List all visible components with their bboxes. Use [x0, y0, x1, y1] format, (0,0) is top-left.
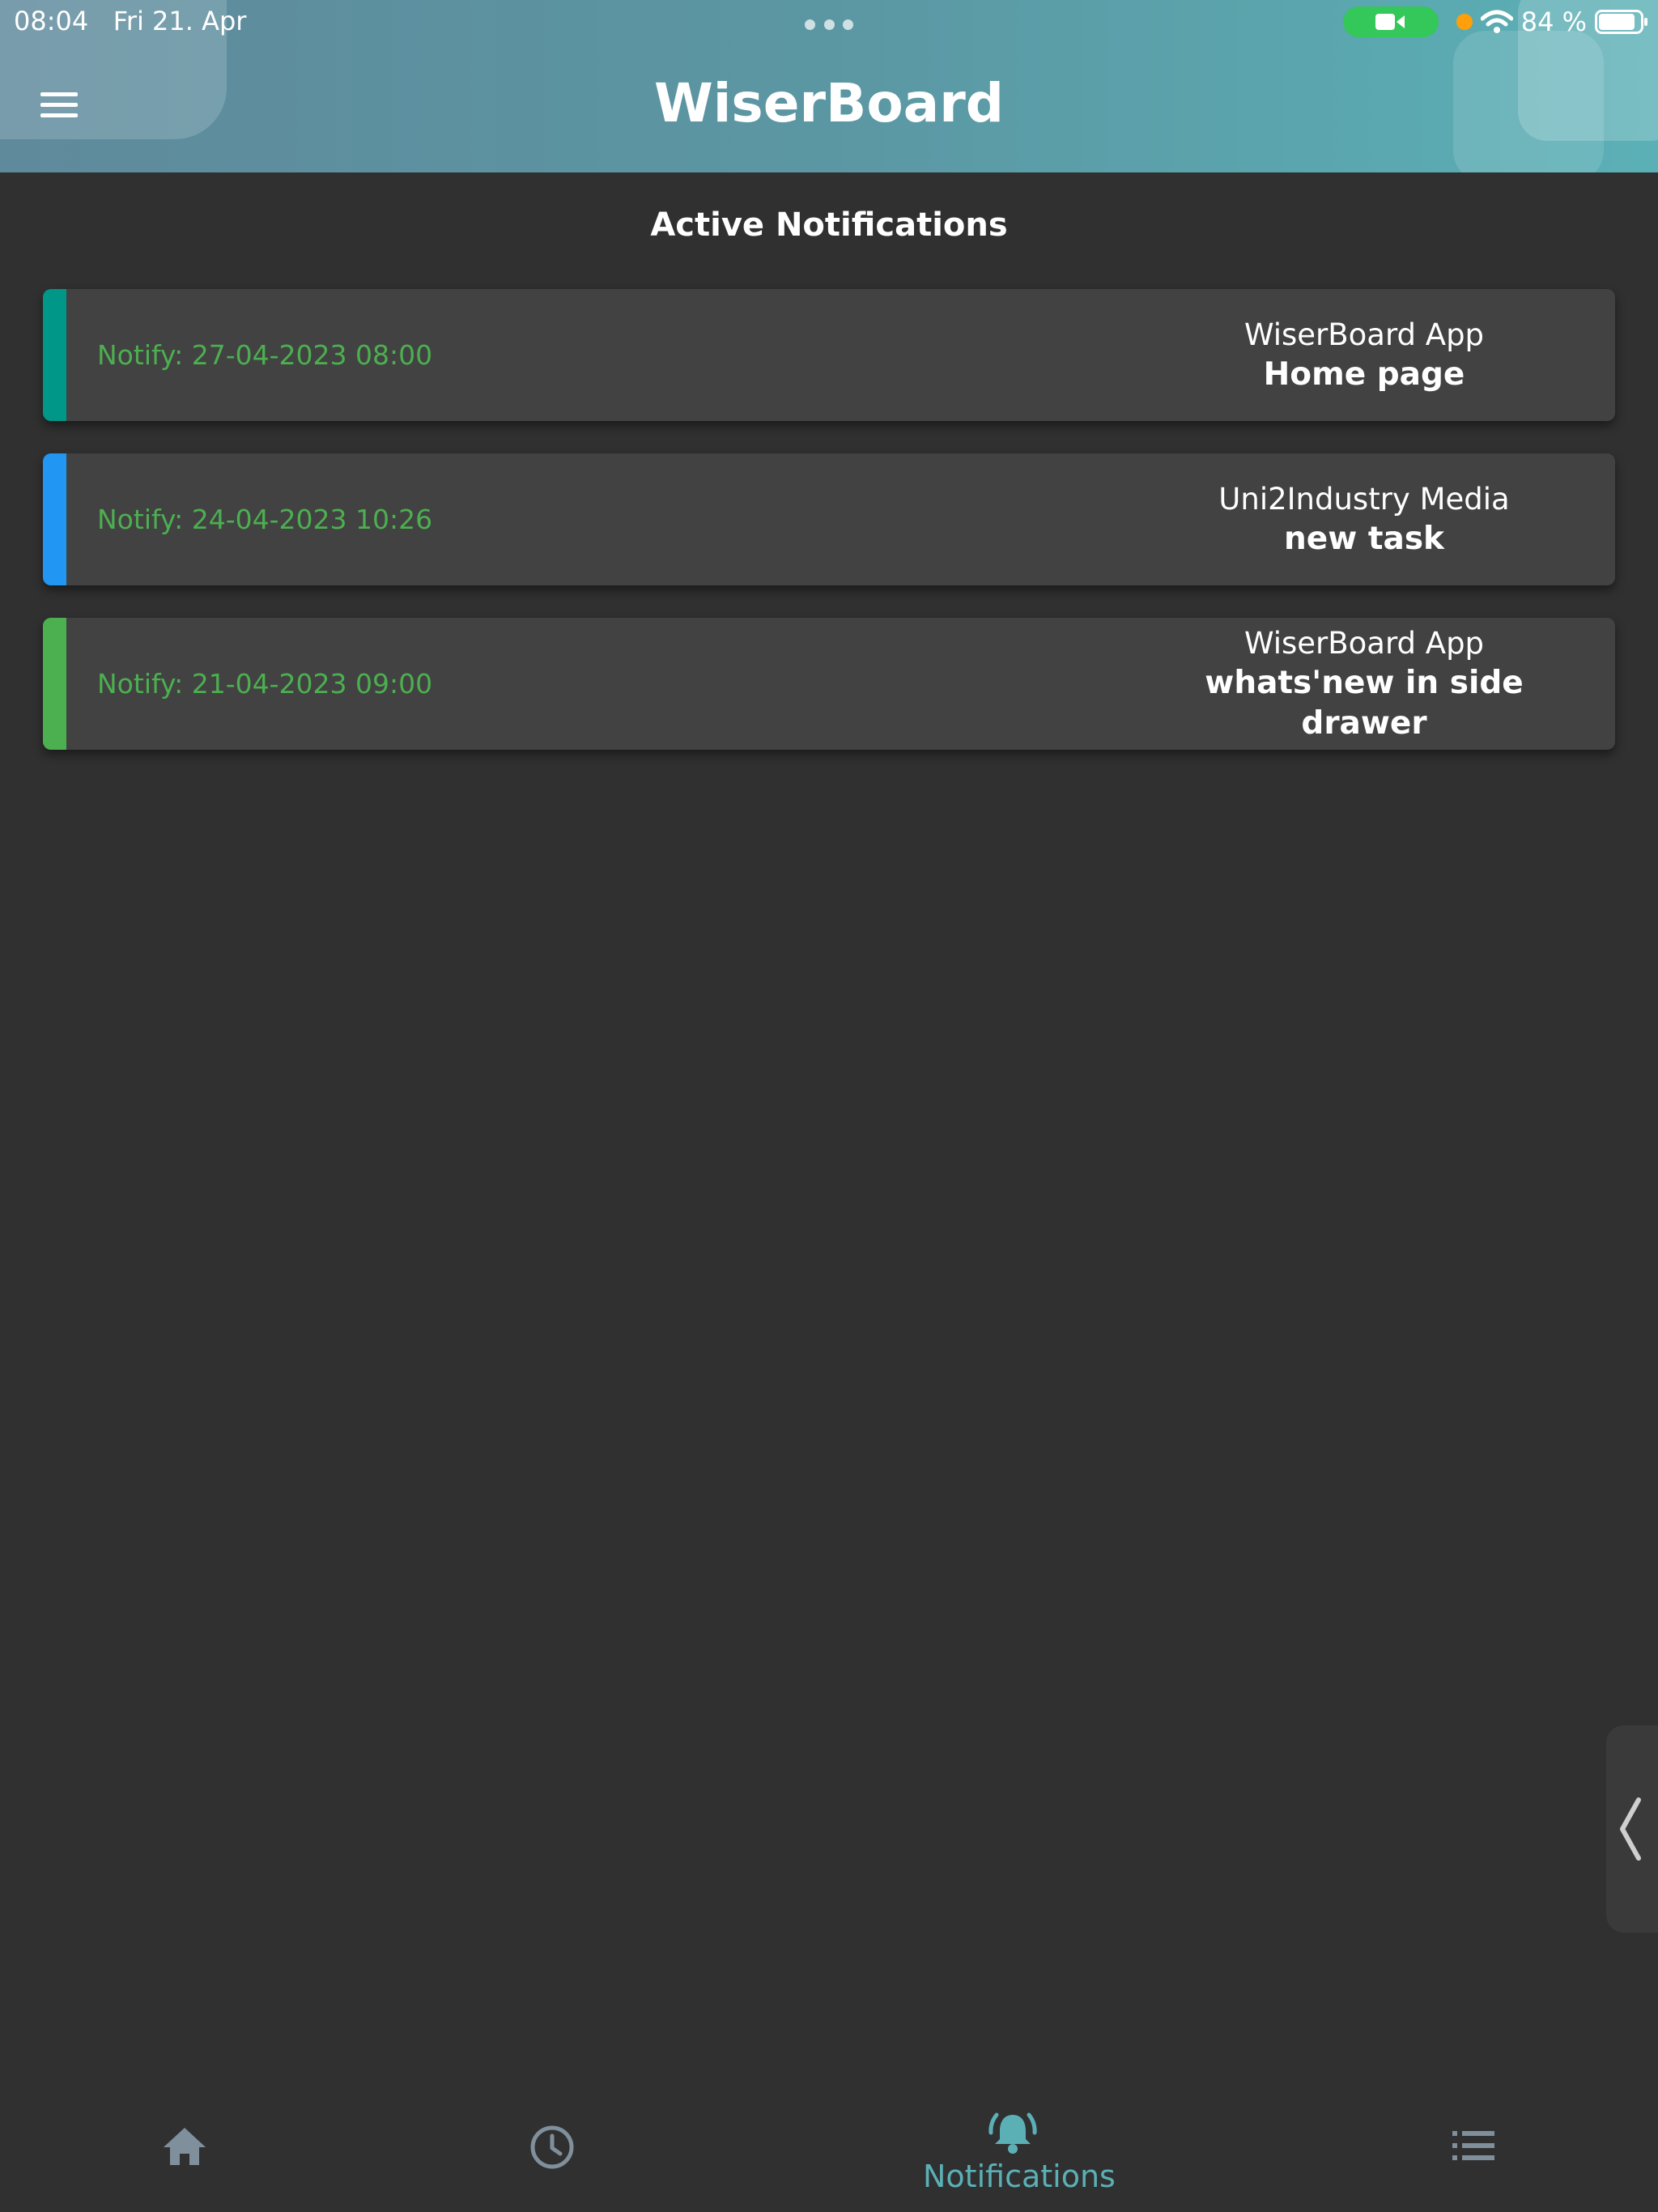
bottom-navigation: Notifications [0, 2081, 1658, 2212]
notification-source: WiserBoard App [1244, 317, 1485, 352]
chevron-left-icon [1620, 1797, 1641, 1861]
nav-label-notifications: Notifications [923, 2159, 1116, 2194]
list-icon [1452, 2131, 1494, 2160]
app-title: WiserBoard [654, 72, 1004, 134]
nav-item-history[interactable] [497, 2081, 607, 2212]
accent-stripe [43, 618, 66, 750]
nav-item-notifications[interactable]: Notifications [915, 2081, 1116, 2212]
multitasking-dots-icon[interactable] [805, 19, 853, 32]
camera-in-use-indicator [1342, 6, 1439, 37]
notification-card[interactable]: Notify: 21-04-2023 09:00 WiserBoard App … [43, 618, 1615, 750]
battery-icon [1595, 10, 1647, 34]
notification-card[interactable]: Notify: 24-04-2023 10:26 Uni2Industry Me… [43, 453, 1615, 585]
nav-item-list[interactable] [1418, 2081, 1528, 2212]
app-screen: 08:04 Fri 21. Apr 84 % WiserBoard Active… [0, 0, 1658, 2212]
notification-details: WiserBoard App Home page [1137, 289, 1591, 421]
accent-stripe [43, 453, 66, 585]
section-title: Active Notifications [650, 206, 1008, 244]
clock-icon [530, 2125, 574, 2169]
mic-in-use-dot [1456, 14, 1473, 30]
notify-datetime: Notify: 21-04-2023 09:00 [97, 668, 433, 700]
notification-subject: Home page [1263, 355, 1465, 393]
bell-ringing-icon [988, 2112, 1037, 2154]
notification-source: Uni2Industry Media [1218, 481, 1510, 517]
status-bar-time: 08:04 Fri 21. Apr [14, 5, 246, 37]
notification-card[interactable]: Notify: 27-04-2023 08:00 WiserBoard App … [43, 289, 1615, 421]
home-icon [164, 2128, 206, 2165]
status-date: Fri 21. Apr [113, 6, 247, 36]
notify-datetime: Notify: 27-04-2023 08:00 [97, 339, 433, 371]
notification-details: WiserBoard App whats'new in side drawer [1137, 618, 1591, 750]
notification-source: WiserBoard App [1244, 625, 1485, 661]
status-bar-indicators: 84 % [1342, 6, 1648, 37]
notification-subject: whats'new in side drawer [1205, 664, 1524, 742]
side-drawer-handle[interactable] [1606, 1725, 1658, 1933]
accent-stripe [43, 289, 66, 421]
app-bar: 08:04 Fri 21. Apr 84 % WiserBoard [0, 0, 1658, 172]
notify-datetime: Notify: 24-04-2023 10:26 [97, 504, 433, 535]
nav-item-home[interactable] [130, 2081, 240, 2212]
notification-subject: new task [1284, 520, 1444, 557]
video-camera-icon [1375, 14, 1405, 30]
wifi-icon [1480, 10, 1513, 33]
status-time: 08:04 [14, 6, 89, 36]
battery-percentage: 84 % [1520, 6, 1587, 37]
notification-details: Uni2Industry Media new task [1137, 453, 1591, 585]
